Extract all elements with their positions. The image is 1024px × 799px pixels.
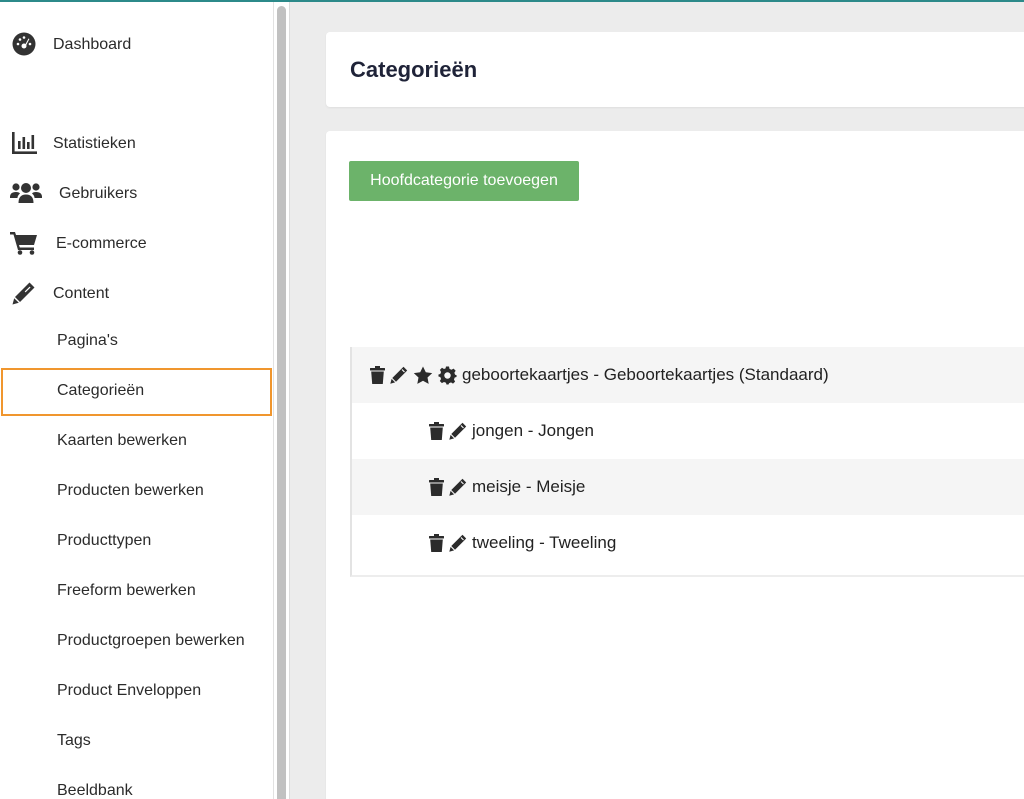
star-icon[interactable]: [413, 366, 433, 385]
sidebar-subitem-label: Beeldbank: [57, 782, 133, 799]
add-main-category-button[interactable]: Hoofdcategorie toevoegen: [349, 161, 579, 201]
sidebar-subitem-freeform-bewerken[interactable]: Freeform bewerken: [0, 568, 274, 616]
trash-icon[interactable]: [370, 366, 385, 384]
gear-icon[interactable]: [438, 365, 457, 385]
sidebar-scrollbar[interactable]: [274, 2, 290, 799]
sidebar-item-gebruikers[interactable]: Gebruikers: [0, 173, 274, 213]
row-actions: [370, 365, 457, 385]
row-actions: [429, 422, 467, 440]
sidebar-item-label: E-commerce: [56, 235, 147, 252]
sidebar-item-label: Content: [53, 285, 110, 302]
sidebar-subitem-label: Kaarten bewerken: [57, 432, 187, 449]
sidebar-subitem-label: Producttypen: [57, 532, 152, 549]
sidebar-subitem-label: Productgroepen bewerken: [57, 632, 245, 649]
scrollbar-thumb[interactable]: [277, 6, 286, 799]
pencil-icon[interactable]: [390, 366, 408, 384]
sidebar: Dashboard Statistieken Gebruikers E-comm…: [0, 2, 274, 799]
sidebar-subitem-beeldbank[interactable]: Beeldbank: [0, 768, 274, 799]
category-label[interactable]: geboortekaartjes - Geboortekaartjes (Sta…: [462, 365, 829, 385]
cart-icon: [10, 231, 38, 255]
sidebar-item-statistieken[interactable]: Statistieken: [0, 123, 274, 163]
pencil-icon[interactable]: [449, 478, 467, 496]
sidebar-subitem-producttypen[interactable]: Producttypen: [0, 518, 274, 566]
trash-icon[interactable]: [429, 534, 444, 552]
tree-row-child: meisje - Meisje: [352, 459, 1024, 515]
sidebar-subitem-paginas[interactable]: Pagina's: [0, 318, 274, 366]
sidebar-item-ecommerce[interactable]: E-commerce: [0, 223, 274, 263]
sidebar-subitem-label: Tags: [57, 732, 91, 749]
sidebar-subitem-label: Producten bewerken: [57, 482, 204, 499]
users-icon: [10, 181, 42, 205]
sidebar-subitem-product-enveloppen[interactable]: Product Enveloppen: [0, 668, 274, 716]
sidebar-subitem-label: Pagina's: [57, 332, 118, 349]
sidebar-subitem-tags[interactable]: Tags: [0, 718, 274, 766]
page-title: Categorieën: [350, 57, 478, 82]
sidebar-subitem-categorieen[interactable]: Categorieën: [1, 368, 272, 416]
category-label[interactable]: meisje - Meisje: [472, 477, 585, 497]
pencil-icon[interactable]: [449, 534, 467, 552]
tree-row-child: jongen - Jongen: [352, 403, 1024, 459]
sidebar-subitem-productgroepen-bewerken[interactable]: Productgroepen bewerken: [0, 618, 274, 666]
tree-row-root: geboortekaartjes - Geboortekaartjes (Sta…: [352, 347, 1024, 403]
sidebar-subitem-label: Freeform bewerken: [57, 582, 196, 599]
sidebar-item-label: Gebruikers: [59, 185, 138, 202]
tree-row-child: tweeling - Tweeling: [352, 515, 1024, 571]
row-actions: [429, 478, 467, 496]
trash-icon[interactable]: [429, 478, 444, 496]
sidebar-item-content[interactable]: Content: [0, 273, 274, 313]
category-label[interactable]: tweeling - Tweeling: [472, 533, 616, 553]
chart-icon: [10, 131, 38, 155]
pencil-icon: [10, 281, 38, 305]
pencil-icon[interactable]: [449, 422, 467, 440]
trash-icon[interactable]: [429, 422, 444, 440]
row-actions: [429, 534, 467, 552]
category-tree: geboortekaartjes - Geboortekaartjes (Sta…: [350, 347, 1024, 577]
dashboard-icon: [10, 32, 38, 56]
category-label[interactable]: jongen - Jongen: [472, 421, 594, 441]
sidebar-subitem-label: Categorieën: [57, 382, 145, 399]
sidebar-subitem-kaarten-bewerken[interactable]: Kaarten bewerken: [0, 418, 274, 466]
category-panel: Hoofdcategorie toevoegen geboortekaartje…: [326, 131, 1024, 799]
sidebar-subitem-producten-bewerken[interactable]: Producten bewerken: [0, 468, 274, 516]
sidebar-item-label: Statistieken: [53, 135, 136, 152]
page-header: Categorieën: [326, 32, 1024, 107]
sidebar-item-dashboard[interactable]: Dashboard: [0, 24, 274, 64]
sidebar-subitem-label: Product Enveloppen: [57, 682, 202, 699]
sidebar-item-label: Dashboard: [53, 36, 132, 53]
